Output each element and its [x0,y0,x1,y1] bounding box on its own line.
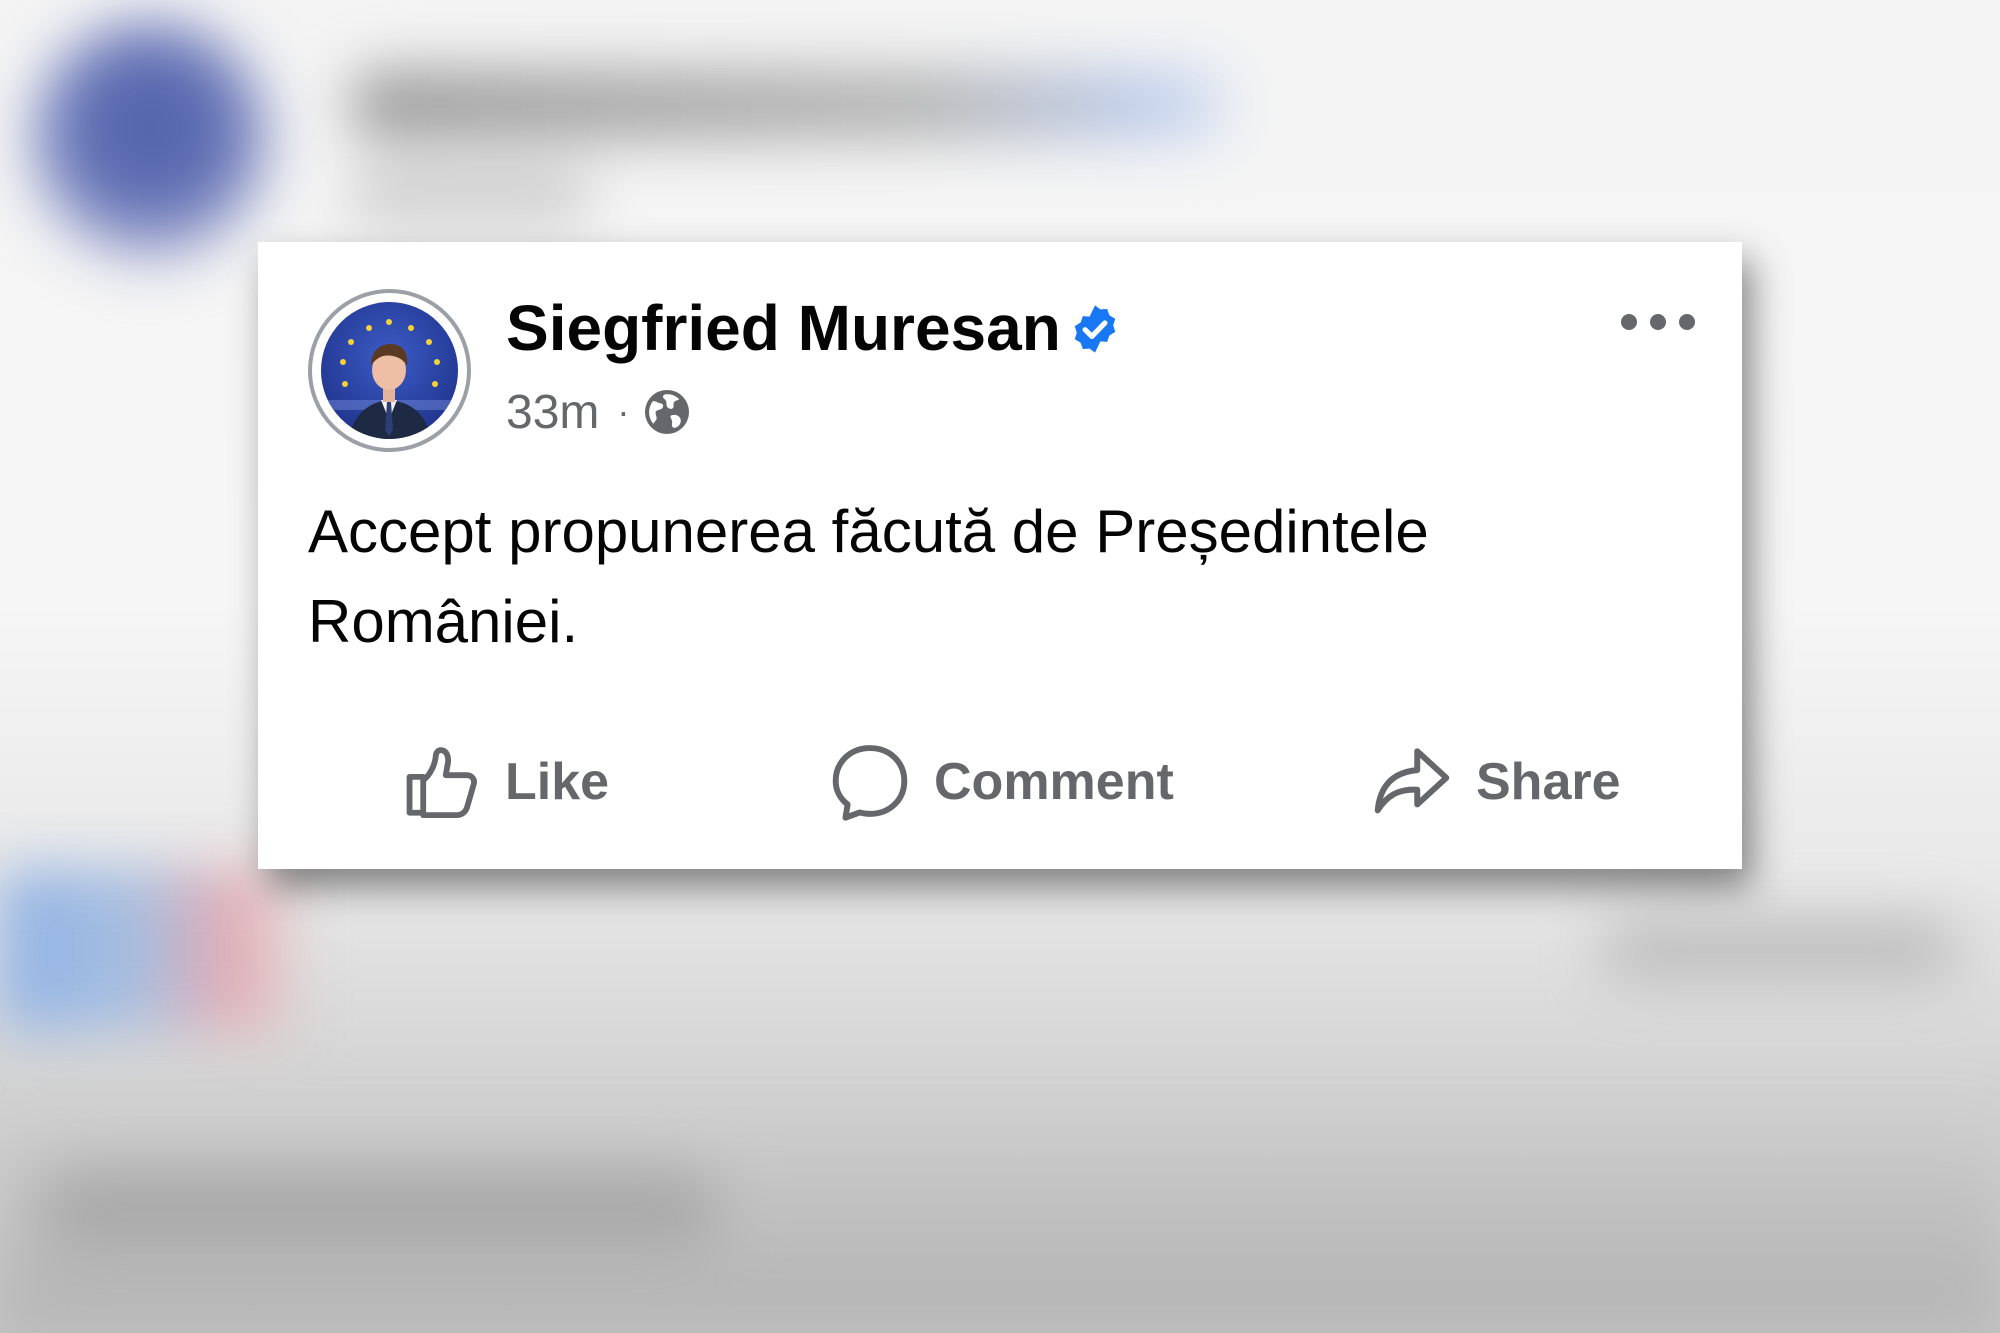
more-horizontal-icon [1621,314,1695,330]
like-label: Like [505,753,610,811]
blurred-right-bar [1600,920,1960,980]
post-timestamp[interactable]: 33m [506,385,599,440]
more-options-button[interactable] [1613,302,1703,342]
comment-bubble-icon [832,745,908,821]
post-text: Accept propunerea făcută de Președintele… [308,487,1688,667]
share-label: Share [1476,753,1621,811]
verified-badge-icon [1074,305,1116,353]
thumbs-up-icon [406,747,477,819]
blurred-avatar [30,20,270,260]
blurred-header-bar [350,70,1230,140]
blurred-subheader-bar [350,170,590,220]
comment-label: Comment [934,753,1174,811]
post-text-line: României. [308,588,579,655]
post-meta: 33m · [506,382,691,442]
post-card: Siegfried Muresan 33m · Accept propunere… [258,242,1742,869]
like-button[interactable]: Like [401,722,609,842]
post-text-line: Accept propunerea făcută de Președintele [308,498,1429,565]
avatar-photo [321,302,458,439]
post-actions: Like Comment Share [258,722,1742,842]
author-avatar[interactable] [308,289,471,452]
globe-icon[interactable] [643,388,691,436]
blurred-image [0,870,300,1030]
comment-button[interactable]: Comment [828,722,1174,842]
blurred-bottom-area [0,1100,2000,1333]
share-arrow-icon [1374,748,1450,814]
author-name[interactable]: Siegfried Muresan [506,290,1061,367]
meta-separator: · [617,391,630,432]
share-button[interactable]: Share [1370,722,1621,842]
